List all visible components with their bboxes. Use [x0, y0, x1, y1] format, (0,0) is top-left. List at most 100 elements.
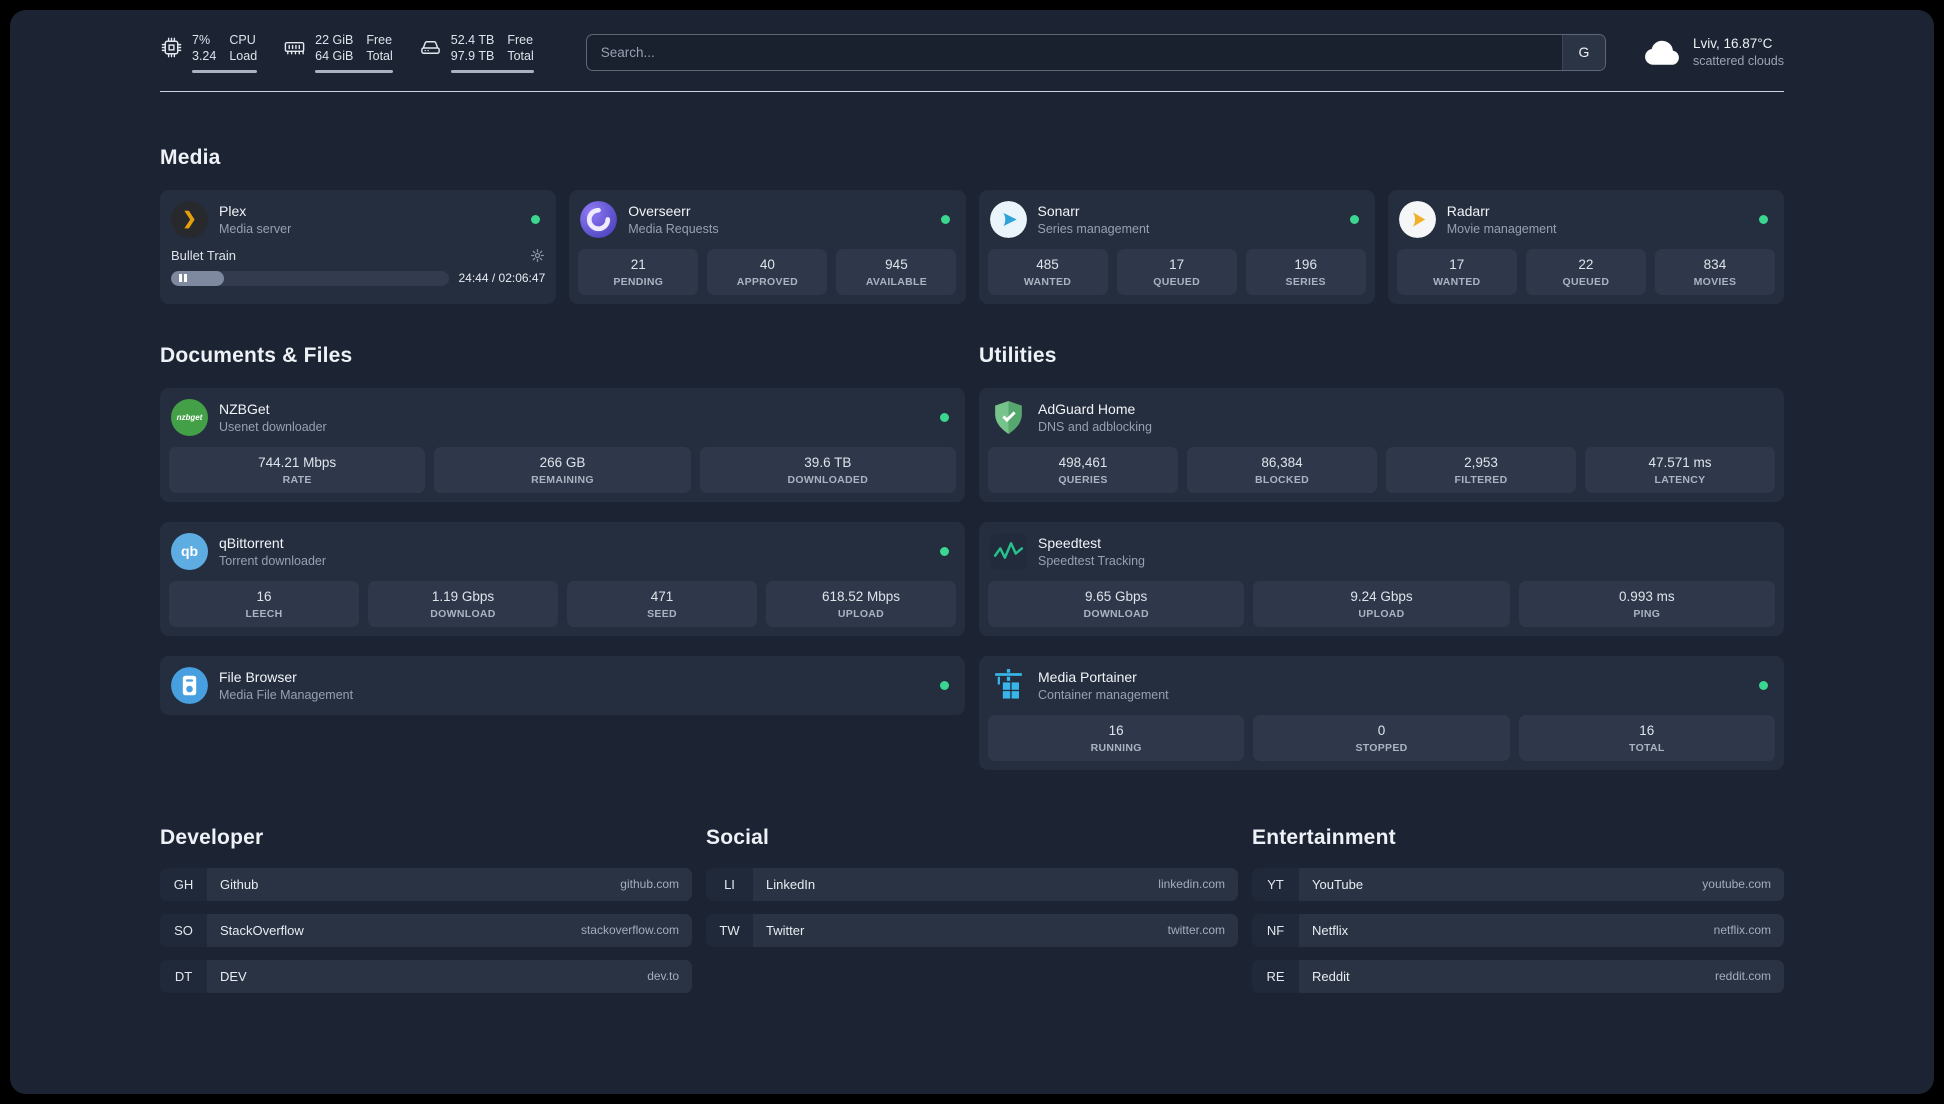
- stat-label: AVAILABLE: [865, 275, 928, 288]
- stat-value: 9.65 Gbps: [1085, 588, 1148, 604]
- stat-value: 485: [1036, 256, 1059, 272]
- middle-columns: Documents & Files nzbget NZBGet Usenet d…: [160, 304, 1784, 770]
- bookmark-twitter[interactable]: TW Twitter twitter.com: [706, 913, 1238, 947]
- service-link-qbittorrent[interactable]: qb qBittorrent Torrent downloader: [169, 531, 956, 572]
- service-link-sonarr[interactable]: Sonarr Series management: [988, 199, 1366, 240]
- stat-download: 1.19 Gbps DOWNLOAD: [368, 580, 558, 627]
- service-name: Plex: [219, 202, 247, 219]
- service-subtitle: Media File Management: [219, 687, 354, 702]
- stat-label: DOWNLOAD: [1083, 607, 1149, 620]
- service-card-qbittorrent: qb qBittorrent Torrent downloader 16 LEE…: [160, 521, 965, 636]
- stat-rate: 744.21 Mbps RATE: [169, 446, 426, 493]
- service-card-adguard: AdGuard Home DNS and adblocking 498,461 …: [979, 387, 1784, 502]
- stat-label: TOTAL: [1629, 741, 1665, 754]
- bookmark-netflix[interactable]: NF Netflix netflix.com: [1252, 913, 1784, 947]
- stat-value: 22: [1578, 256, 1594, 272]
- bookmark-github[interactable]: GH Github github.com: [160, 867, 692, 901]
- sonarr-icon: [989, 200, 1027, 238]
- developer-column: Developer GH Github github.com SO StackO…: [160, 770, 692, 1006]
- section-title-developer: Developer: [160, 825, 264, 849]
- stat-seed: 471 SEED: [567, 580, 757, 627]
- section-title-media: Media: [160, 145, 221, 169]
- disk-values: 52.4 TB 97.9 TB: [451, 32, 495, 65]
- disk-widget: 52.4 TB 97.9 TB Free Total: [419, 32, 534, 73]
- status-dot: [531, 214, 541, 224]
- stat-value: 86,384: [1261, 454, 1303, 470]
- bookmark-name: Netflix: [1312, 922, 1349, 938]
- disk-free-value: 52.4 TB: [450, 33, 495, 47]
- bookmark-stackoverflow[interactable]: SO StackOverflow stackoverflow.com: [160, 913, 692, 947]
- stat-value: 39.6 TB: [804, 454, 852, 470]
- stat-label: APPROVED: [736, 275, 799, 288]
- stat-label: STOPPED: [1355, 741, 1408, 754]
- stat-label: MOVIES: [1693, 275, 1737, 288]
- bookmark-abbr: DT: [160, 959, 207, 993]
- service-link-speedtest[interactable]: Speedtest Speedtest Tracking: [988, 531, 1775, 572]
- cpu-icon: [160, 36, 183, 59]
- service-card-filebrowser: File Browser Media File Management: [160, 655, 965, 715]
- memory-widget: 22 GiB 64 GiB Free Total: [283, 32, 393, 73]
- stat-wanted: 17 WANTED: [1396, 248, 1517, 295]
- playback-progress-bar: [171, 270, 449, 286]
- stat-label: LEECH: [245, 607, 283, 620]
- section-title-social: Social: [706, 825, 770, 849]
- plex-icon: ❯: [171, 200, 208, 238]
- stat-label: FILTERED: [1454, 473, 1508, 486]
- disk-usage-bar: [450, 69, 534, 73]
- service-name: qBittorrent: [219, 534, 284, 551]
- service-link-plex[interactable]: ❯ Plex Media server: [169, 199, 547, 240]
- stat-latency: 47.571 ms LATENCY: [1585, 446, 1775, 493]
- bookmark-youtube[interactable]: YT YouTube youtube.com: [1252, 867, 1784, 901]
- stat-value: 618.52 Mbps: [821, 588, 901, 604]
- stat-label: QUEUED: [1562, 275, 1610, 288]
- status-dot: [940, 680, 949, 690]
- stat-label: RATE: [282, 473, 312, 486]
- status-dot: [940, 412, 949, 422]
- bookmark-dev[interactable]: DT DEV dev.to: [160, 959, 692, 993]
- bookmark-name: StackOverflow: [220, 922, 304, 938]
- memory-values: 22 GiB 64 GiB: [315, 32, 353, 65]
- service-link-nzbget[interactable]: nzbget NZBGet Usenet downloader: [169, 397, 956, 438]
- stat-value: 196: [1294, 256, 1317, 272]
- service-subtitle: Movie management: [1446, 221, 1557, 236]
- memory-total-value: 64 GiB: [315, 49, 354, 64]
- service-link-overseerr[interactable]: Overseerr Media Requests: [578, 199, 956, 240]
- stat-label: WANTED: [1433, 275, 1481, 288]
- bookmark-name: Twitter: [766, 922, 805, 938]
- search-provider-button[interactable]: G: [1561, 34, 1605, 70]
- service-link-adguard[interactable]: AdGuard Home DNS and adblocking: [988, 397, 1775, 438]
- service-card-overseerr: Overseerr Media Requests 21 PENDING 40 A…: [569, 189, 966, 304]
- stat-leech: 16 LEECH: [169, 580, 359, 627]
- service-name: Overseerr: [628, 202, 691, 219]
- stat-filtered: 2,953 FILTERED: [1386, 446, 1576, 493]
- stat-upload: 9.24 Gbps UPLOAD: [1253, 580, 1510, 627]
- gear-icon[interactable]: [530, 248, 545, 263]
- qbittorrent-icon: qb: [171, 532, 208, 570]
- stat-upload: 618.52 Mbps UPLOAD: [766, 580, 956, 627]
- stat-approved: 40 APPROVED: [707, 248, 828, 295]
- service-link-radarr[interactable]: Radarr Movie management: [1397, 199, 1775, 240]
- memory-total-label: Total: [366, 49, 393, 64]
- bookmark-reddit[interactable]: RE Reddit reddit.com: [1252, 959, 1784, 993]
- bookmark-name: Reddit: [1312, 968, 1350, 984]
- bookmark-name: DEV: [220, 968, 247, 984]
- bookmark-url: github.com: [620, 877, 679, 891]
- stat-ping: 0.993 ms PING: [1518, 580, 1775, 627]
- bookmark-url: reddit.com: [1714, 969, 1771, 983]
- stat-download: 9.65 Gbps DOWNLOAD: [988, 580, 1245, 627]
- disk-icon: [419, 36, 442, 59]
- bookmark-abbr: LI: [706, 867, 753, 901]
- stat-value: 40: [759, 256, 775, 272]
- bookmark-url: linkedin.com: [1158, 877, 1225, 891]
- cpu-usage-bar: [192, 69, 258, 73]
- search-input[interactable]: [586, 34, 1562, 70]
- status-dot: [940, 546, 949, 556]
- service-subtitle: Series management: [1037, 221, 1150, 236]
- stat-blocked: 86,384 BLOCKED: [1187, 446, 1377, 493]
- bookmark-linkedin[interactable]: LI LinkedIn linkedin.com: [706, 867, 1238, 901]
- stat-label: UPLOAD: [1358, 607, 1405, 620]
- service-name: AdGuard Home: [1038, 400, 1136, 417]
- stat-value: 16: [1639, 722, 1655, 738]
- service-link-filebrowser[interactable]: File Browser Media File Management: [169, 665, 956, 706]
- service-link-portainer[interactable]: Media Portainer Container management: [988, 665, 1775, 706]
